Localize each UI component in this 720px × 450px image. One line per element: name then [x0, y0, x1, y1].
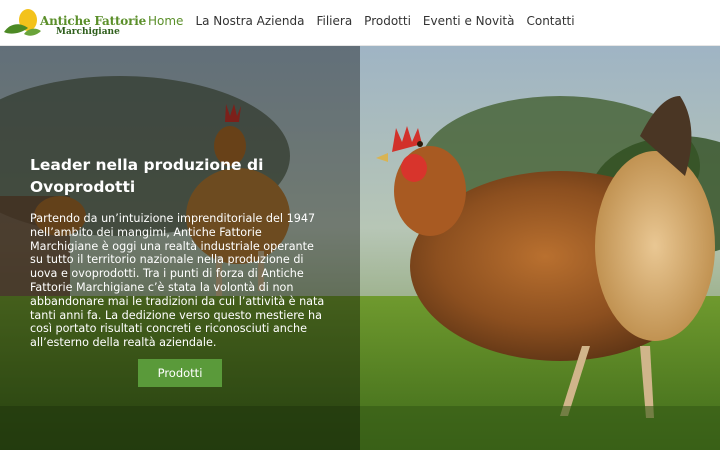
- site-header: Antiche Fattorie Marchigiane Home La Nos…: [0, 0, 720, 46]
- nav-item-prodotti[interactable]: Prodotti: [364, 14, 411, 28]
- brand-logo[interactable]: Antiche Fattorie Marchigiane: [2, 6, 146, 40]
- hero-title: Leader nella produzione di Ovoprodotti: [30, 156, 264, 196]
- brand-subname: Marchigiane: [56, 27, 120, 37]
- nav-item-home[interactable]: Home: [148, 14, 183, 28]
- leaf-egg-icon: [4, 9, 41, 36]
- hero-banner: Leader nella produzione di Ovoprodotti P…: [0, 46, 720, 450]
- nav-item-la-nostra-azienda[interactable]: La Nostra Azienda: [195, 14, 304, 28]
- nav-item-contatti[interactable]: Contatti: [526, 14, 574, 28]
- brand-name: Antiche Fattorie: [40, 14, 147, 28]
- main-nav: Home La Nostra Azienda Filiera Prodotti …: [148, 14, 575, 28]
- hero-description: Partendo da un’intuizione imprenditorial…: [30, 212, 325, 350]
- nav-item-filiera[interactable]: Filiera: [316, 14, 352, 28]
- nav-item-eventi-e-novita[interactable]: Eventi e Novità: [423, 14, 515, 28]
- prodotti-button[interactable]: Prodotti: [138, 359, 222, 387]
